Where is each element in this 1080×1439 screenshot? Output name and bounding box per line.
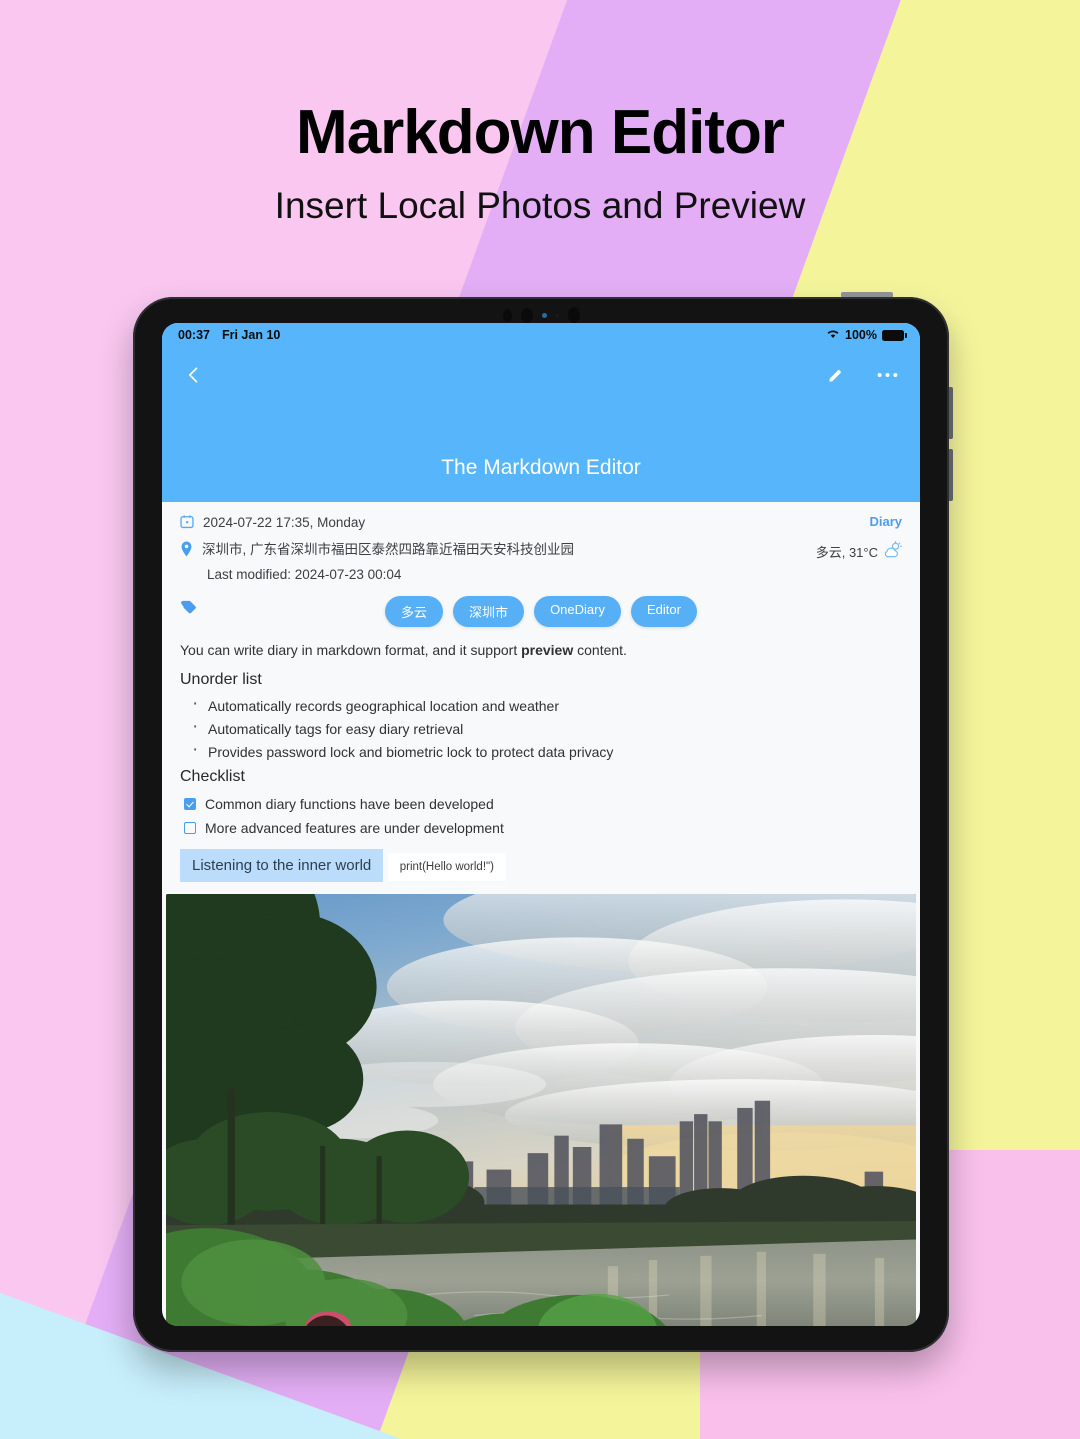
inserted-photo[interactable] — [166, 894, 916, 1326]
tablet-screen: 00:37 Fri Jan 10 100% The Markdown Edito… — [162, 323, 920, 1326]
category-badge[interactable]: Diary — [869, 514, 902, 529]
wifi-icon — [826, 328, 840, 342]
checklist-item[interactable]: Common diary functions have been develop… — [184, 792, 902, 816]
more-options-button[interactable] — [877, 372, 898, 378]
tag-icon — [180, 599, 197, 619]
list-item: Provides password lock and biometric loc… — [180, 738, 902, 764]
tag-pill-list: 多云 深圳市 OneDiary Editor — [385, 596, 697, 627]
location-group: 深圳市, 广东省深圳市福田区泰然四路靠近福田天安科技创业园 — [180, 541, 574, 562]
volume-down-button[interactable] — [948, 449, 953, 501]
code-block: print(Hello world!") — [387, 853, 506, 881]
datetime-group: 2024-07-22 17:35, Monday — [180, 514, 365, 534]
status-bar-right: 100% — [826, 328, 907, 342]
poster-heading-block: Markdown Editor Insert Local Photos and … — [0, 0, 1080, 227]
list-item: Automatically records geographical locat… — [180, 692, 902, 718]
poster-subtitle: Insert Local Photos and Preview — [274, 185, 806, 227]
more-horizontal-icon — [877, 372, 898, 378]
edit-button[interactable] — [826, 366, 845, 385]
location-pin-icon — [180, 541, 193, 562]
weather-text: 多云, 31°C — [815, 544, 878, 560]
unordered-list-heading: Unorder list — [180, 671, 262, 688]
tag-pill[interactable]: 多云 — [385, 596, 444, 627]
entry-location: 深圳市, 广东省深圳市福田区泰然四路靠近福田天安科技创业园 — [202, 542, 575, 557]
last-modified-label: Last modified: 2024-07-23 00:04 — [207, 567, 402, 582]
intro-suffix: content. — [573, 642, 627, 658]
depth-camera-lens — [567, 307, 580, 323]
status-date: Fri Jan 10 — [221, 328, 281, 342]
poster-title: Markdown Editor — [296, 98, 785, 167]
blockquote: Listening to the inner world — [180, 849, 384, 882]
entry-datetime: 2024-07-22 17:35, Monday — [203, 515, 366, 530]
intro-prefix: You can write diary in markdown format, … — [180, 642, 522, 658]
checklist-item-label: More advanced features are under develop… — [205, 820, 504, 836]
tablet-device-mockup: 00:37 Fri Jan 10 100% The Markdown Edito… — [133, 292, 953, 1352]
ambient-light-sensor — [541, 312, 547, 318]
sensor-dot — [502, 308, 512, 322]
checkbox-checked-icon[interactable] — [184, 798, 196, 810]
power-button[interactable] — [841, 292, 893, 298]
front-camera-lens — [520, 307, 533, 323]
entry-meta-block: 2024-07-22 17:35, Monday Diary 深圳市, 广东省深… — [162, 502, 920, 639]
app-bar-right-actions — [826, 366, 898, 385]
status-bar: 00:37 Fri Jan 10 100% — [162, 323, 920, 347]
status-time: 00:37 — [178, 328, 210, 342]
status-bar-left: 00:37 Fri Jan 10 — [178, 328, 280, 342]
tag-pill[interactable]: 深圳市 — [453, 596, 525, 627]
tags-row: 多云 深圳市 OneDiary Editor — [180, 596, 902, 627]
location-row: 深圳市, 广东省深圳市福田区泰然四路靠近福田天安科技创业园 多云, 31°C — [180, 541, 902, 562]
tag-pill[interactable]: OneDiary — [534, 596, 621, 627]
park-lake-sunset-photo — [166, 894, 916, 1326]
tag-pill[interactable]: Editor — [630, 596, 697, 627]
page-title: The Markdown Editor — [441, 456, 641, 479]
weather-group: 多云, 31°C — [816, 541, 902, 561]
list-item: Automatically tags for easy diary retrie… — [180, 715, 902, 741]
checklist-item-label: Common diary functions have been develop… — [205, 796, 494, 812]
chevron-left-icon — [189, 367, 198, 383]
battery-percent-label: 100% — [845, 328, 877, 342]
markdown-preview-body: You can write diary in markdown format, … — [162, 639, 920, 882]
volume-up-button[interactable] — [948, 387, 953, 439]
intro-bold-word: preview — [521, 642, 574, 658]
datetime-row: 2024-07-22 17:35, Monday Diary — [180, 514, 902, 534]
proximity-sensor — [555, 313, 559, 317]
back-button[interactable] — [184, 365, 204, 385]
app-bar: The Markdown Editor — [162, 347, 920, 502]
intro-paragraph: You can write diary in markdown format, … — [180, 639, 902, 661]
checklist-heading: Checklist — [180, 768, 245, 785]
calendar-icon — [180, 514, 194, 534]
battery-full-icon — [882, 329, 907, 341]
sun-behind-cloud-icon — [883, 541, 902, 561]
app-bar-actions-row — [162, 347, 920, 403]
pencil-icon — [829, 369, 841, 381]
checkbox-unchecked-icon[interactable] — [184, 822, 196, 834]
checklist-item[interactable]: More advanced features are under develop… — [184, 816, 902, 840]
